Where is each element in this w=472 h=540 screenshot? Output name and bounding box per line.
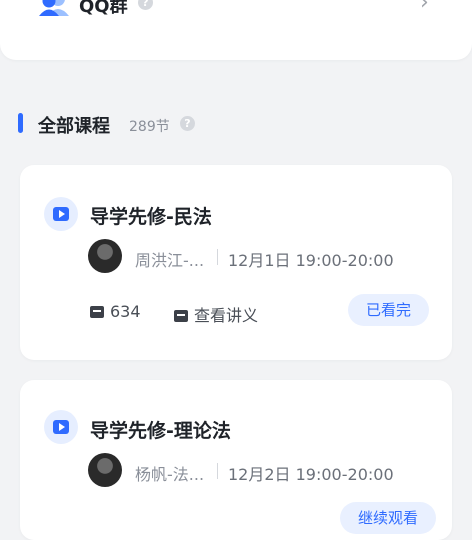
status-button[interactable]: 继续观看 xyxy=(340,502,437,534)
document-icon xyxy=(174,310,188,322)
section-count: 289节 xyxy=(129,119,170,135)
teacher-name: 杨帆-法... xyxy=(135,465,205,484)
section-title: 全部课程 xyxy=(38,116,110,137)
course-time: 12月1日 19:00-20:00 xyxy=(228,251,394,270)
course-card[interactable]: 导学先修-理论法 杨帆-法... 12月2日 19:00-20:00 继续观看 xyxy=(20,380,452,540)
status-button[interactable]: 已看完 xyxy=(348,294,430,326)
question-icon[interactable]: ? xyxy=(138,0,153,10)
course-title: 导学先修-民法 xyxy=(90,206,212,228)
chevron-right-icon: › xyxy=(420,0,429,15)
video-icon xyxy=(44,410,78,444)
qq-group-label: QQ群 xyxy=(79,0,128,17)
question-icon[interactable]: ? xyxy=(180,116,195,131)
teacher-avatar xyxy=(88,239,122,273)
divider xyxy=(217,463,218,479)
teacher-name: 周洪江-... xyxy=(135,251,205,270)
qq-group-icon xyxy=(39,0,69,16)
divider xyxy=(217,249,218,265)
comment-count[interactable]: 634 xyxy=(90,302,141,321)
section-accent-bar xyxy=(18,113,23,133)
qq-group-row[interactable]: QQ群 ? › xyxy=(0,0,472,60)
course-time: 12月2日 19:00-20:00 xyxy=(228,465,394,484)
course-title: 导学先修-理论法 xyxy=(90,420,231,442)
teacher-avatar xyxy=(88,453,122,487)
course-card[interactable]: 导学先修-民法 周洪江-... 12月1日 19:00-20:00 634 查看… xyxy=(20,165,452,360)
video-icon xyxy=(44,197,78,231)
comment-icon xyxy=(90,306,104,318)
view-handout-button[interactable]: 查看讲义 xyxy=(174,302,258,326)
